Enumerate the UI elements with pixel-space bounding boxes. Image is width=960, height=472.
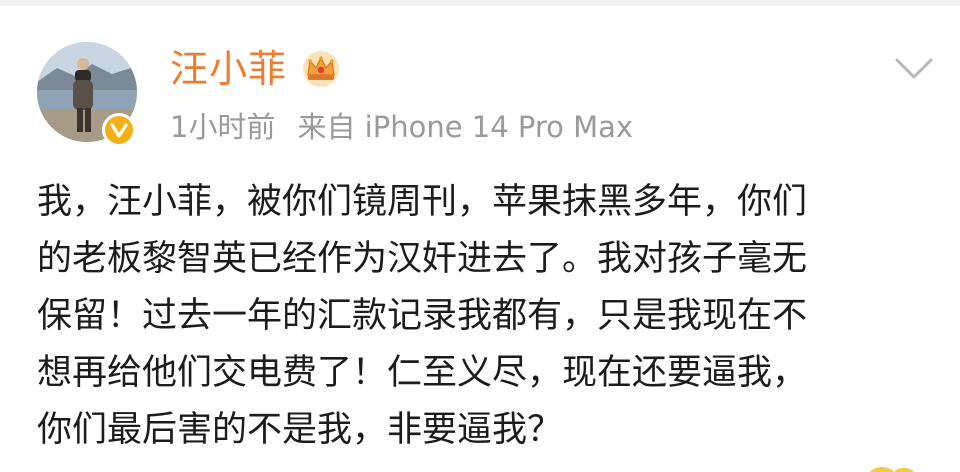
top-divider bbox=[0, 0, 960, 6]
author-name[interactable]: 汪小菲 bbox=[170, 46, 287, 92]
content-line: 的老板黎智英已经作为汉奸进去了。我对孩子毫无 bbox=[37, 239, 808, 279]
content-line: 你们最后害的不是我，非要逼我？ bbox=[37, 410, 563, 450]
verified-badge bbox=[102, 113, 136, 147]
verified-v-icon bbox=[105, 116, 133, 144]
post-source: 来自 iPhone 14 Pro Max bbox=[297, 110, 634, 144]
weibo-post: 汪小菲 1小时前 来自 iPhone 14 Pro Max 我，汪小菲，被你们镜周… bbox=[0, 0, 960, 472]
crown-icon[interactable] bbox=[300, 49, 342, 89]
content-line: 想再给他们交电费了！仁至义尽，现在还要逼我， bbox=[37, 353, 808, 393]
post-content: 我，汪小菲，被你们镜周刊，苹果抹黑多年，你们 的老板黎智英已经作为汉奸进去了。我… bbox=[37, 174, 937, 459]
chevron-down-icon[interactable] bbox=[894, 56, 934, 82]
emoji-icon bbox=[869, 467, 914, 472]
content-line: 保留！过去一年的汇款记录我都有，只是我现在不 bbox=[37, 296, 808, 336]
post-meta: 1小时前 来自 iPhone 14 Pro Max bbox=[170, 108, 633, 146]
post-time: 1小时前 bbox=[170, 110, 276, 144]
content-line: 我，汪小菲，被你们镜周刊，苹果抹黑多年，你们 bbox=[37, 182, 808, 222]
